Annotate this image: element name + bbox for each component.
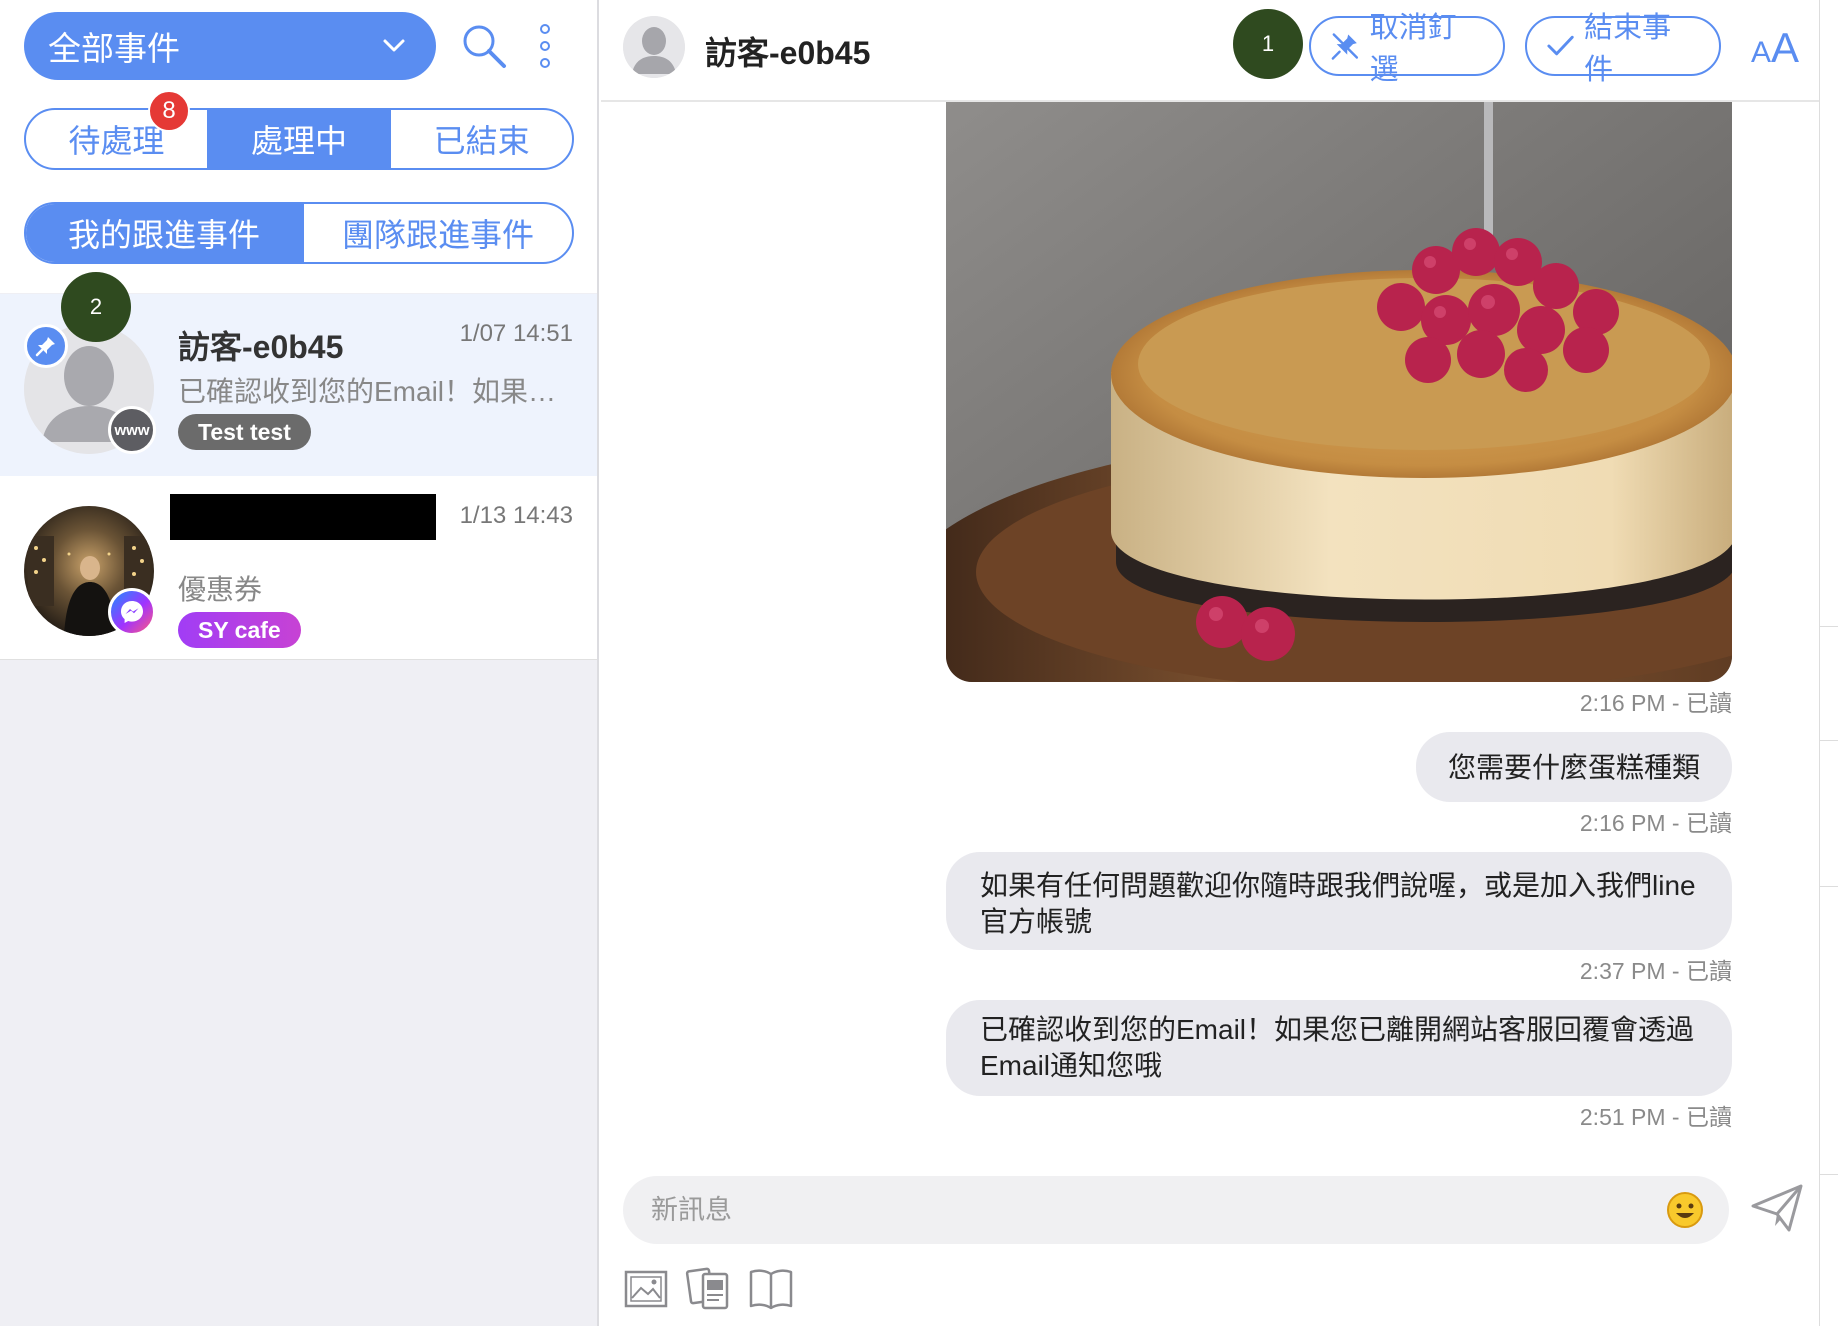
scrollbar[interactable] (1819, 0, 1838, 1326)
tab-closed[interactable]: 已結束 (389, 110, 572, 168)
end-event-button[interactable]: 結束事件 (1525, 12, 1721, 86)
event-filter-label: 全部事件 (48, 30, 180, 67)
emoji-icon[interactable] (1665, 1190, 1705, 1230)
conversation-tag: SY cafe (178, 612, 301, 648)
message-text: 如果有任何問題歡迎你隨時跟我們說喔，或是加入我們line官方帳號 (980, 870, 1696, 937)
unpin-button[interactable]: 取消釘選 (1309, 12, 1505, 86)
chat-title: 訪客-e0b45 (705, 35, 871, 71)
message-timestamp: 2:16 PM - 已讀 (1579, 810, 1732, 836)
check-icon (1547, 35, 1574, 56)
conversation-item[interactable]: 1/13 14:43 優惠券 SY cafe (0, 476, 597, 660)
message-bubble: 您需要什麼蛋糕種類 (1415, 732, 1732, 802)
end-event-label: 結束事件 (1584, 12, 1672, 86)
redacted-name (170, 494, 436, 540)
status-tabs: 待處理 處理中 已結束 (24, 108, 574, 170)
follow-tabs: 我的跟進事件 團隊跟進事件 (24, 202, 574, 264)
step-marker-badge: 1 (1233, 9, 1303, 79)
search-icon[interactable] (460, 22, 508, 70)
tab-in-progress[interactable]: 處理中 (206, 110, 390, 168)
message-list: 2:16 PM - 已讀 您需要什麼蛋糕種類 2:16 PM - 已讀 如果有任… (601, 102, 1819, 1152)
conversation-preview: 優惠券 (178, 574, 263, 605)
pin-icon (24, 324, 68, 368)
web-channel-icon: www (108, 406, 156, 454)
book-icon[interactable] (747, 1264, 795, 1312)
message-timestamp: 2:37 PM - 已讀 (1579, 958, 1732, 984)
template-icon[interactable] (685, 1264, 733, 1312)
conversation-tag: Test test (178, 414, 311, 450)
pending-count-badge: 8 (148, 90, 190, 132)
unpin-icon (1331, 33, 1359, 60)
conversation-preview: 已確認收到您的Email！如果您已離開網站客服回覆會透過Email通知您哦 (178, 376, 568, 407)
message-timestamp: 2:51 PM - 已讀 (1579, 1104, 1732, 1130)
message-input-wrapper (623, 1176, 1729, 1244)
image-icon[interactable] (623, 1264, 671, 1312)
message-image[interactable] (946, 102, 1732, 682)
send-icon[interactable] (1749, 1180, 1805, 1236)
tab-team-events[interactable]: 團隊跟進事件 (302, 204, 572, 262)
unpin-label: 取消釘選 (1369, 12, 1457, 86)
conversation-time: 1/07 14:51 (459, 320, 573, 347)
messenger-icon (108, 588, 156, 636)
chat-header: 訪客-e0b45 1 取消釘選 結束事件 AA (601, 0, 1819, 102)
more-options-icon[interactable] (530, 20, 560, 72)
event-filter-select[interactable]: 全部事件 (24, 12, 436, 80)
message-text: 已確認收到您的Email！如果您已離開網站客服回覆會透過Email通知您哦 (980, 1014, 1695, 1081)
step-marker-badge: 2 (61, 272, 131, 342)
conversation-time: 1/13 14:43 (459, 502, 573, 529)
tab-my-events[interactable]: 我的跟進事件 (26, 204, 302, 262)
message-bubble: 如果有任何問題歡迎你隨時跟我們說喔，或是加入我們line官方帳號 (946, 852, 1732, 950)
sidebar-controls: 全部事件 8 待處理 處理中 已結束 我的跟進事件 團隊跟進事件 (0, 0, 597, 293)
avatar (623, 16, 685, 78)
chevron-down-icon (383, 39, 405, 52)
message-timestamp: 2:16 PM - 已讀 (1579, 690, 1732, 716)
font-size-button[interactable]: AA (1751, 24, 1799, 72)
message-bubble: 已確認收到您的Email！如果您已離開網站客服回覆會透過Email通知您哦 (946, 1000, 1732, 1096)
message-text: 您需要什麼蛋糕種類 (1447, 752, 1700, 783)
conversation-sidebar: 全部事件 8 待處理 處理中 已結束 我的跟進事件 團隊跟進事件 2 www 訪… (0, 0, 599, 1326)
conversation-item[interactable]: 2 www 訪客-e0b45 1/07 14:51 已確認收到您的Email！如… (0, 272, 597, 476)
message-input[interactable] (651, 1176, 1651, 1244)
composer (601, 1152, 1819, 1326)
conversation-name: 訪客-e0b45 (178, 329, 344, 365)
